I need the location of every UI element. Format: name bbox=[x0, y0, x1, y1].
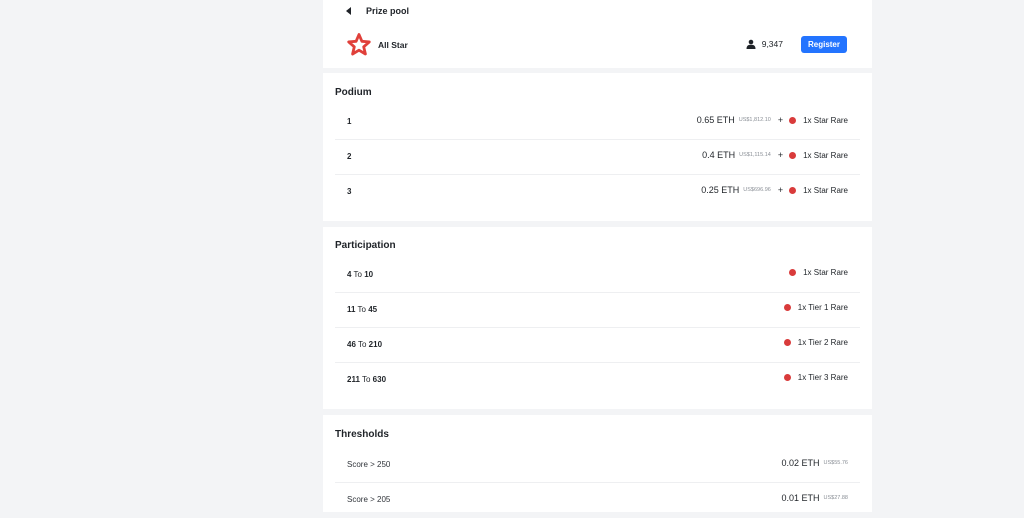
card-reward: 1x Star Rare bbox=[803, 185, 848, 195]
rare-dot-icon bbox=[783, 374, 791, 381]
rare-dot-icon bbox=[783, 339, 791, 346]
podium-row: 2 0.4 ETH US$1,115.14 + 1x Star Rare bbox=[335, 140, 860, 175]
eth-amount: 0.01 ETH bbox=[781, 493, 820, 503]
eth-amount: 0.65 ETH bbox=[696, 115, 735, 125]
rank-range: 11 To 45 bbox=[347, 305, 378, 314]
rank: 1 bbox=[347, 117, 352, 126]
podium-title: Podium bbox=[335, 87, 372, 98]
usd-amount: US$27.88 bbox=[823, 495, 848, 501]
participation-row: 11 To 45 1x Tier 1 Rare bbox=[335, 293, 860, 328]
eth-amount: 0.25 ETH bbox=[701, 185, 740, 195]
plus-sign: + bbox=[777, 115, 784, 125]
card-reward: 1x Tier 2 Rare bbox=[797, 338, 848, 347]
plus-sign: + bbox=[777, 185, 784, 195]
person-icon bbox=[746, 39, 756, 49]
eth-amount: 0.02 ETH bbox=[781, 458, 820, 468]
card-reward: 1x Tier 1 Rare bbox=[797, 303, 848, 312]
chevron-left-icon bbox=[345, 7, 351, 15]
score-condition: Score > 205 bbox=[347, 495, 391, 504]
page-title: Prize pool bbox=[366, 6, 410, 16]
usd-amount: US$1,115.14 bbox=[739, 152, 771, 158]
red-star-icon bbox=[347, 33, 371, 56]
rare-dot-icon bbox=[789, 151, 797, 159]
eth-amount: 0.4 ETH bbox=[702, 150, 736, 160]
player-count-value: 9,347 bbox=[761, 39, 783, 49]
rank-range: 211 To 630 bbox=[347, 375, 387, 384]
prize-pool-panel: Prize pool All Star 9,347 Register Podiu… bbox=[323, 0, 872, 512]
participation-row: 4 To 10 1x Star Rare bbox=[335, 258, 860, 293]
register-button[interactable]: Register bbox=[801, 36, 847, 53]
usd-amount: US$696.96 bbox=[743, 187, 771, 193]
thresholds-section: Thresholds Score > 250 0.02 ETH US$55.76… bbox=[323, 415, 872, 512]
rank-range: 46 To 210 bbox=[347, 340, 383, 349]
plus-sign: + bbox=[777, 150, 784, 160]
rare-dot-icon bbox=[789, 269, 797, 276]
podium-section: Podium 1 0.65 ETH US$1,812.10 + 1x Star … bbox=[323, 73, 872, 221]
threshold-row: Score > 250 0.02 ETH US$55.76 bbox=[335, 448, 860, 483]
prize-pool-header: Prize pool All Star 9,347 Register bbox=[323, 0, 872, 68]
usd-amount: US$55.76 bbox=[823, 460, 848, 466]
score-condition: Score > 250 bbox=[347, 460, 391, 469]
rank: 2 bbox=[347, 152, 352, 161]
podium-row: 1 0.65 ETH US$1,812.10 + 1x Star Rare bbox=[335, 105, 860, 140]
rare-dot-icon bbox=[783, 304, 791, 311]
participation-row: 46 To 210 1x Tier 2 Rare bbox=[335, 328, 860, 363]
rare-dot-icon bbox=[789, 186, 797, 194]
card-reward: 1x Star Rare bbox=[803, 268, 848, 277]
participation-title: Participation bbox=[335, 240, 396, 251]
participation-row: 211 To 630 1x Tier 3 Rare bbox=[335, 363, 860, 398]
podium-row: 3 0.25 ETH US$696.96 + 1x Star Rare bbox=[335, 175, 860, 210]
rank-range: 4 To 10 bbox=[347, 270, 374, 279]
card-reward: 1x Star Rare bbox=[803, 150, 848, 160]
card-reward: 1x Star Rare bbox=[803, 115, 848, 125]
usd-amount: US$1,812.10 bbox=[738, 117, 771, 123]
rare-dot-icon bbox=[789, 116, 797, 124]
player-count: 9,347 bbox=[746, 39, 783, 49]
threshold-row: Score > 205 0.01 ETH US$27.88 bbox=[335, 483, 860, 518]
thresholds-title: Thresholds bbox=[335, 429, 389, 440]
card-reward: 1x Tier 3 Rare bbox=[797, 373, 848, 382]
league-name: All Star bbox=[378, 40, 408, 50]
back-button[interactable] bbox=[339, 2, 357, 20]
participation-section: Participation 4 To 10 1x Star Rare 11 To… bbox=[323, 227, 872, 409]
rank: 3 bbox=[347, 187, 352, 196]
